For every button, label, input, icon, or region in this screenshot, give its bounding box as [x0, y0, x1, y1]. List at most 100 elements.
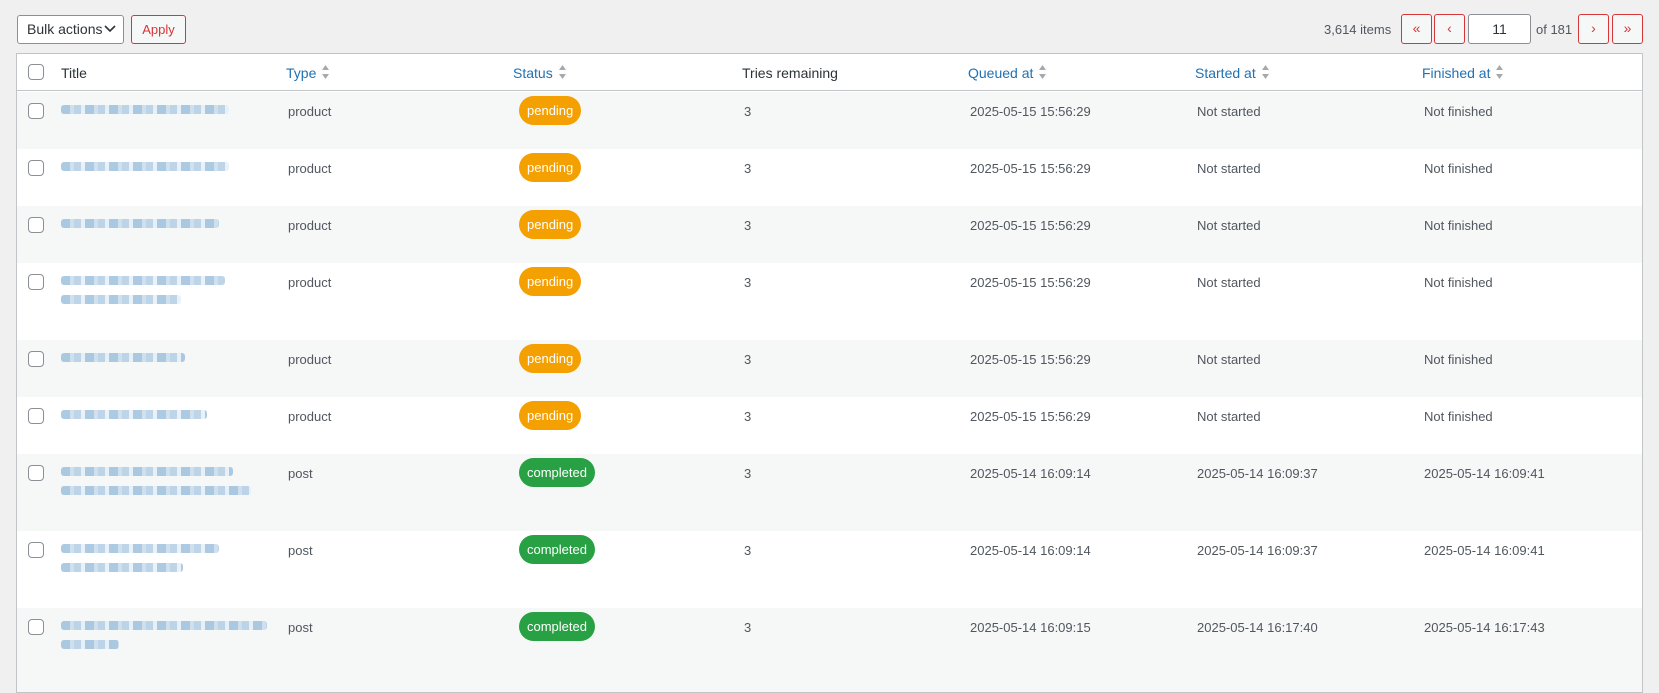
- items-count: 3,614 items: [1324, 22, 1392, 37]
- queue-table: Title Type Status Tries remaining Queued…: [16, 53, 1643, 693]
- row-title-link[interactable]: [61, 105, 271, 124]
- row-checkbox[interactable]: [28, 274, 44, 290]
- status-badge: completed: [519, 458, 595, 487]
- blurred-title-text: [61, 105, 229, 114]
- blurred-title-text: [61, 353, 185, 362]
- row-checkbox[interactable]: [28, 465, 44, 481]
- row-finished: Not finished: [1424, 275, 1493, 290]
- row-finished: 2025-05-14 16:09:41: [1424, 543, 1545, 558]
- column-tries: Tries remaining: [742, 65, 838, 81]
- row-queued: 2025-05-15 15:56:29: [970, 104, 1091, 119]
- column-finished-label: Finished at: [1422, 65, 1491, 81]
- row-tries: 3: [744, 275, 752, 290]
- row-type: product: [288, 409, 332, 424]
- row-tries: 3: [744, 409, 752, 424]
- current-page-input[interactable]: [1468, 14, 1531, 44]
- row-title-link[interactable]: [61, 544, 271, 582]
- status-badge: pending: [519, 344, 582, 373]
- row-type: product: [288, 161, 332, 176]
- blurred-title-text: [61, 276, 225, 285]
- row-checkbox[interactable]: [28, 351, 44, 367]
- total-pages-label: of 181: [1536, 22, 1573, 37]
- column-type[interactable]: Type: [286, 65, 330, 82]
- blurred-title-text: [61, 621, 267, 630]
- row-type: product: [288, 104, 332, 119]
- blurred-title-text: [61, 219, 219, 228]
- row-type: product: [288, 352, 332, 367]
- blurred-title-text: [61, 544, 219, 553]
- column-type-label: Type: [286, 65, 317, 81]
- select-all-checkbox[interactable]: [28, 64, 44, 80]
- table-row: post completed 3 2025-05-14 16:09:14 202…: [17, 454, 1642, 531]
- table-row: product pending 3 2025-05-15 15:56:29 No…: [17, 397, 1642, 454]
- row-started: Not started: [1197, 161, 1261, 176]
- row-queued: 2025-05-15 15:56:29: [970, 275, 1091, 290]
- column-status-label: Status: [513, 65, 553, 81]
- row-finished: Not finished: [1424, 104, 1493, 119]
- column-started[interactable]: Started at: [1195, 65, 1270, 82]
- sort-icon: [558, 65, 566, 80]
- column-queued[interactable]: Queued at: [968, 65, 1047, 82]
- row-started: Not started: [1197, 352, 1261, 367]
- blurred-title-text: [61, 467, 233, 476]
- row-queued: 2025-05-15 15:56:29: [970, 352, 1091, 367]
- row-tries: 3: [744, 161, 752, 176]
- last-page-button[interactable]: »: [1612, 14, 1643, 44]
- row-finished: 2025-05-14 16:09:41: [1424, 466, 1545, 481]
- row-queued: 2025-05-15 15:56:29: [970, 161, 1091, 176]
- row-title-link[interactable]: [61, 621, 271, 659]
- row-checkbox[interactable]: [28, 408, 44, 424]
- table-row: post completed 3 2025-05-14 16:09:15 202…: [17, 608, 1642, 692]
- sort-icon: [1261, 65, 1269, 80]
- row-type: post: [288, 620, 313, 635]
- table-row: product pending 3 2025-05-15 15:56:29 No…: [17, 92, 1642, 149]
- table-row: product pending 3 2025-05-15 15:56:29 No…: [17, 206, 1642, 263]
- row-title-link[interactable]: [61, 353, 271, 372]
- row-title-link[interactable]: [61, 467, 271, 505]
- row-queued: 2025-05-14 16:09:15: [970, 620, 1091, 635]
- column-title: Title: [61, 65, 87, 81]
- status-badge: pending: [519, 401, 582, 430]
- row-tries: 3: [744, 466, 752, 481]
- column-finished[interactable]: Finished at: [1422, 65, 1504, 82]
- bulk-actions-label: Bulk actions: [27, 21, 103, 37]
- row-checkbox[interactable]: [28, 542, 44, 558]
- apply-button[interactable]: Apply: [131, 15, 186, 44]
- row-checkbox[interactable]: [28, 103, 44, 119]
- row-finished: Not finished: [1424, 352, 1493, 367]
- table-row: post completed 3 2025-05-14 16:09:14 202…: [17, 531, 1642, 608]
- row-type: product: [288, 275, 332, 290]
- row-checkbox[interactable]: [28, 619, 44, 635]
- blurred-title-text: [61, 563, 183, 572]
- chevron-down-icon: [104, 25, 116, 33]
- prev-page-button[interactable]: ‹: [1434, 14, 1465, 44]
- row-title-link[interactable]: [61, 276, 271, 314]
- row-queued: 2025-05-15 15:56:29: [970, 218, 1091, 233]
- blurred-title-text: [61, 410, 207, 419]
- column-status[interactable]: Status: [513, 65, 567, 82]
- row-started: Not started: [1197, 275, 1261, 290]
- row-started: Not started: [1197, 409, 1261, 424]
- row-started: 2025-05-14 16:17:40: [1197, 620, 1318, 635]
- sort-icon: [322, 65, 330, 80]
- row-title-link[interactable]: [61, 162, 271, 181]
- next-page-button[interactable]: ›: [1578, 14, 1609, 44]
- row-tries: 3: [744, 620, 752, 635]
- row-finished: Not finished: [1424, 409, 1493, 424]
- table-header: Title Type Status Tries remaining Queued…: [17, 54, 1642, 91]
- row-checkbox[interactable]: [28, 160, 44, 176]
- row-checkbox[interactable]: [28, 217, 44, 233]
- row-title-link[interactable]: [61, 219, 271, 238]
- first-page-button[interactable]: «: [1401, 14, 1432, 44]
- row-finished: Not finished: [1424, 161, 1493, 176]
- table-row: product pending 3 2025-05-15 15:56:29 No…: [17, 149, 1642, 206]
- status-badge: pending: [519, 153, 582, 182]
- blurred-title-text: [61, 162, 229, 171]
- row-tries: 3: [744, 104, 752, 119]
- row-title-link[interactable]: [61, 410, 271, 429]
- row-type: product: [288, 218, 332, 233]
- row-tries: 3: [744, 543, 752, 558]
- bulk-actions-select[interactable]: Bulk actions: [17, 15, 124, 44]
- status-badge: pending: [519, 96, 582, 125]
- row-started: 2025-05-14 16:09:37: [1197, 466, 1318, 481]
